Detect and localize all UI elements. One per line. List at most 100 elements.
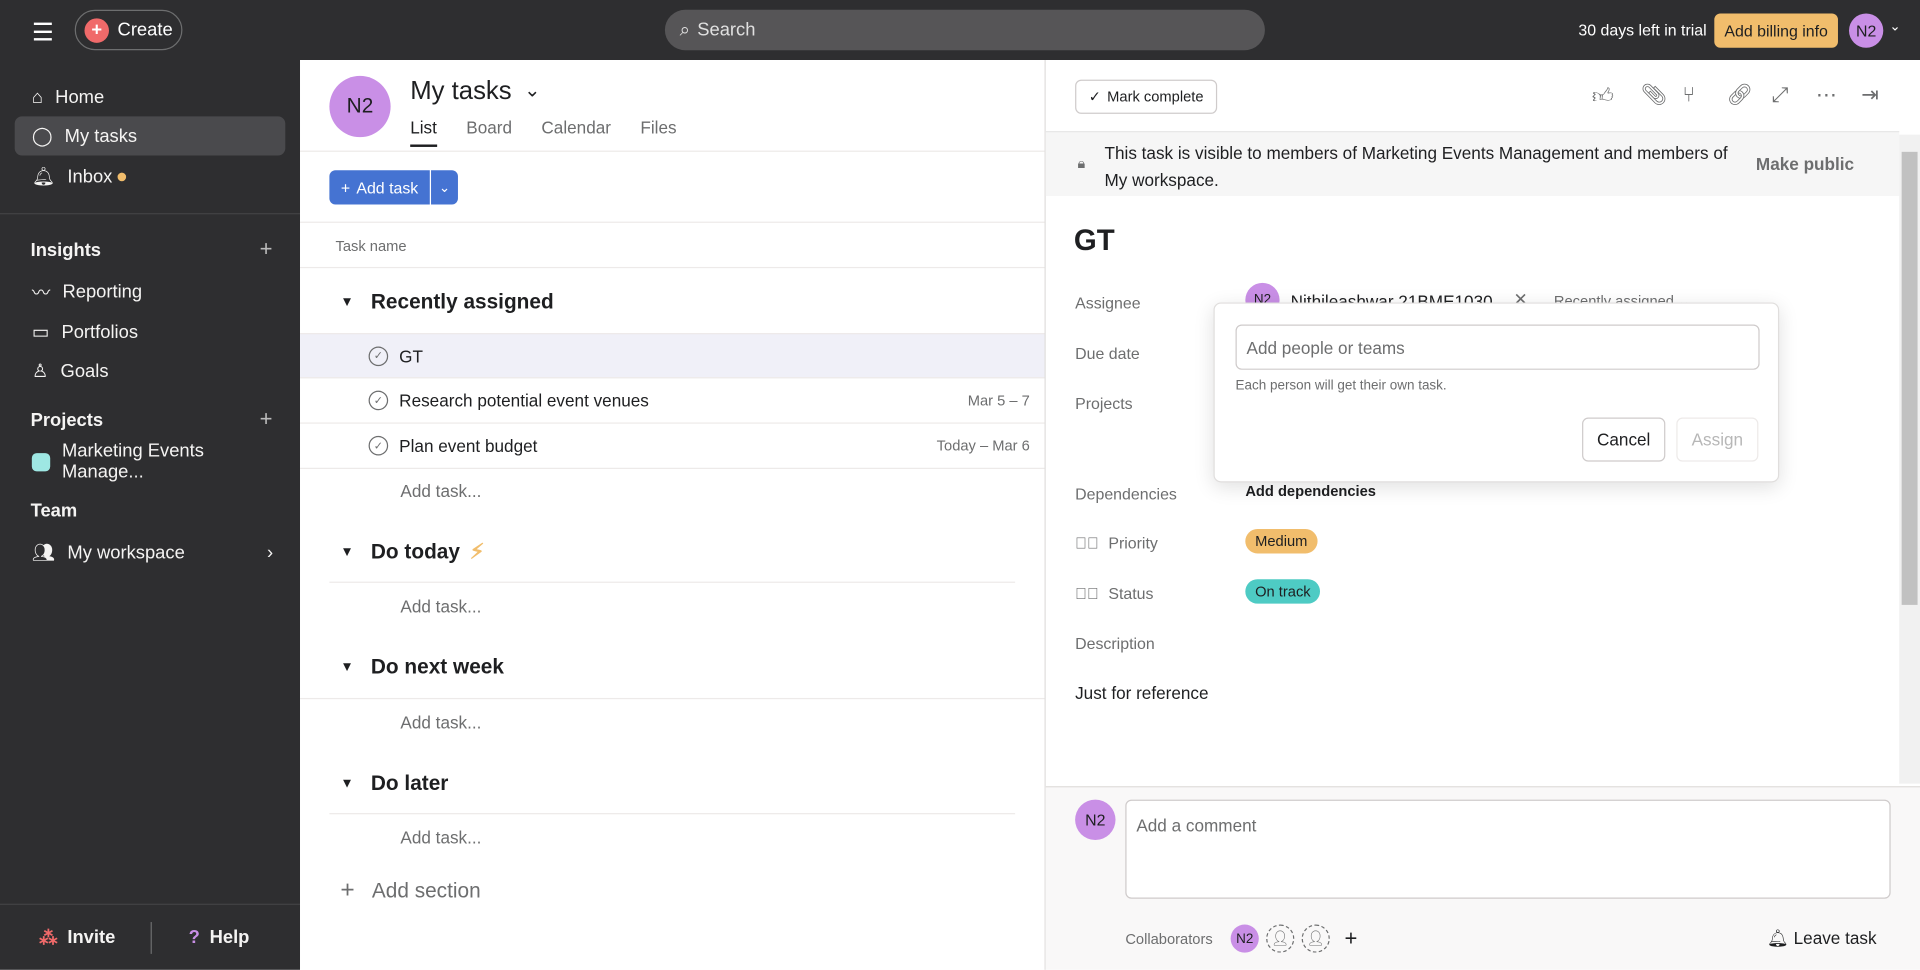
invite-icon: ⁂ [39, 928, 58, 949]
attachment-icon[interactable]: 📎︎ [1641, 83, 1667, 107]
add-section-button[interactable]: + Add section [340, 877, 480, 905]
add-task-inline[interactable]: Add task... [400, 596, 481, 616]
add-task-inline[interactable]: Add task... [400, 481, 481, 501]
plus-icon: + [84, 17, 109, 43]
task-row[interactable]: ✓ Research potential event venues Mar 5 – … [300, 378, 1045, 424]
caret-down-icon: ▼ [340, 660, 354, 675]
bell-icon: 🔔︎ [31, 166, 56, 188]
cancel-button[interactable]: Cancel [1582, 417, 1666, 462]
status-badge[interactable]: On track [1245, 579, 1321, 604]
add-project-icon[interactable]: + [260, 407, 273, 433]
section-recently-assigned[interactable]: ▼ Recently assigned [340, 290, 553, 314]
link-icon[interactable]: 🔗︎ [1727, 83, 1753, 107]
invite-button[interactable]: ⁂ Invite [39, 927, 115, 949]
chevron-down-icon[interactable]: ⌄ [1889, 18, 1900, 35]
add-task-button[interactable]: + Add task [329, 170, 430, 205]
tab-board[interactable]: Board [466, 118, 512, 147]
sidebar: ⌂ Home ◯ My tasks 🔔︎ Inbox Insights + 〰 Repo… [0, 60, 301, 970]
add-dependencies-button[interactable]: Add dependencies [1245, 482, 1376, 499]
sidebar-item-inbox[interactable]: 🔔︎ Inbox [15, 157, 286, 196]
search-icon: ⌕ [679, 19, 690, 41]
team-heading: Team [30, 500, 78, 522]
add-collaborator-icon[interactable]: 👤︎ [1301, 924, 1330, 953]
lightning-icon: ⚡︎ [469, 540, 485, 564]
sidebar-item-goals[interactable]: ♙ Goals [15, 351, 286, 390]
status-label: ⌄⃝ Status [1075, 584, 1154, 603]
more-icon[interactable]: ⋯ [1816, 83, 1837, 107]
expand-icon[interactable]: ⤢ [1772, 83, 1789, 107]
task-row[interactable]: ✓ GT [300, 333, 1045, 379]
section-do-today[interactable]: ▼ Do today ⚡︎ [340, 540, 484, 564]
chevron-right-icon: › [266, 541, 274, 563]
mark-complete-button[interactable]: ✓ Mark complete [1075, 79, 1218, 114]
top-bar: ☰ + Create ⌕ Search 30 days left in trial … [0, 0, 1920, 61]
add-insight-icon[interactable]: + [260, 236, 273, 262]
make-public-button[interactable]: Make public [1756, 154, 1854, 174]
sidebar-item-my-workspace[interactable]: 👥︎ My workspace › [15, 533, 286, 572]
caret-down-icon: ▼ [340, 295, 354, 310]
create-button[interactable]: + Create [74, 9, 183, 51]
subtask-icon[interactable]: ⑂ [1682, 83, 1694, 107]
tab-files[interactable]: Files [640, 118, 676, 147]
complete-check-icon[interactable]: ✓ [368, 345, 389, 366]
sidebar-item-home[interactable]: ⌂ Home [15, 77, 286, 116]
projects-label: Projects [1075, 394, 1133, 413]
title-chevron-icon[interactable]: ⌄ [524, 78, 540, 102]
page-title: My tasks [410, 77, 512, 106]
leave-task-button[interactable]: 🔔︎ Leave task [1767, 928, 1877, 949]
add-task-inline[interactable]: Add task... [400, 713, 481, 733]
section-do-later[interactable]: ▼ Do later [340, 771, 448, 795]
scrollbar[interactable] [1899, 134, 1920, 784]
task-row[interactable]: ✓ Plan event budget Today – Mar 6 [300, 424, 1045, 469]
field-icon: ⌄⃝ [1075, 533, 1099, 553]
sidebar-item-reporting[interactable]: 〰 Reporting [15, 272, 286, 311]
collaborators-label: Collaborators [1125, 930, 1213, 948]
add-people-input[interactable]: Add people or teams [1235, 324, 1760, 370]
plus-icon[interactable]: + [1345, 926, 1358, 952]
like-icon[interactable]: 👍︎ [1592, 83, 1614, 109]
sidebar-item-project[interactable]: Marketing Events Manage... [15, 441, 286, 482]
priority-badge[interactable]: Medium [1245, 528, 1318, 554]
tab-list[interactable]: List [410, 118, 437, 147]
help-button[interactable]: ? Help [189, 927, 250, 948]
tab-calendar[interactable]: Calendar [541, 118, 611, 147]
plus-icon: + [340, 876, 355, 904]
caret-down-icon: ▼ [340, 776, 354, 792]
sidebar-item-portfolios[interactable]: ▭ Portfolios [15, 312, 286, 351]
home-icon: ⌂ [31, 86, 43, 108]
assign-button[interactable]: Assign [1676, 417, 1759, 462]
help-icon: ? [188, 926, 200, 948]
caret-down-icon: ▼ [340, 544, 354, 560]
add-task-inline[interactable]: Add task... [400, 828, 481, 848]
menu-icon[interactable]: ☰ [32, 17, 54, 48]
popup-hint: Each person will get their own task. [1235, 378, 1447, 394]
field-icon: ⌄⃝ [1075, 584, 1099, 603]
collaborator-avatar: N2 [1230, 924, 1259, 953]
sidebar-item-my-tasks[interactable]: ◯ My tasks [14, 116, 286, 156]
page-avatar: N2 [329, 75, 391, 138]
avatar[interactable]: N2 [1848, 13, 1884, 48]
description-text[interactable]: Just for reference [1075, 683, 1208, 703]
check-icon: ✓ [1088, 88, 1102, 106]
assignee-label: Assignee [1075, 293, 1141, 313]
project-color-icon [31, 452, 50, 471]
add-billing-button[interactable]: Add billing info [1714, 13, 1838, 48]
comment-input[interactable]: Add a comment [1125, 799, 1891, 899]
visibility-notice: This task is visible to members of Marke… [1104, 143, 1728, 190]
priority-label: ⌄⃝ Priority [1075, 533, 1158, 553]
close-pane-icon[interactable]: ⇥ [1861, 83, 1878, 107]
complete-check-icon[interactable]: ✓ [368, 390, 389, 411]
trial-text: 30 days left in trial [1578, 20, 1707, 40]
lock-icon: 🔒︎ [1077, 154, 1086, 172]
projects-heading: Projects [30, 410, 104, 432]
add-task-dropdown[interactable]: ⌄ [431, 170, 458, 205]
description-label: Description [1075, 634, 1155, 653]
check-circle-icon: ◯ [31, 126, 53, 147]
complete-check-icon[interactable]: ✓ [368, 435, 389, 456]
section-do-next-week[interactable]: ▼ Do next week [340, 655, 504, 679]
due-date-label: Due date [1075, 344, 1140, 363]
add-collaborator-icon[interactable]: 👤︎ [1266, 924, 1295, 953]
search-input[interactable]: ⌕ Search [664, 9, 1265, 51]
goals-icon: ♙ [31, 361, 49, 383]
task-title[interactable]: GT [1074, 224, 1115, 258]
